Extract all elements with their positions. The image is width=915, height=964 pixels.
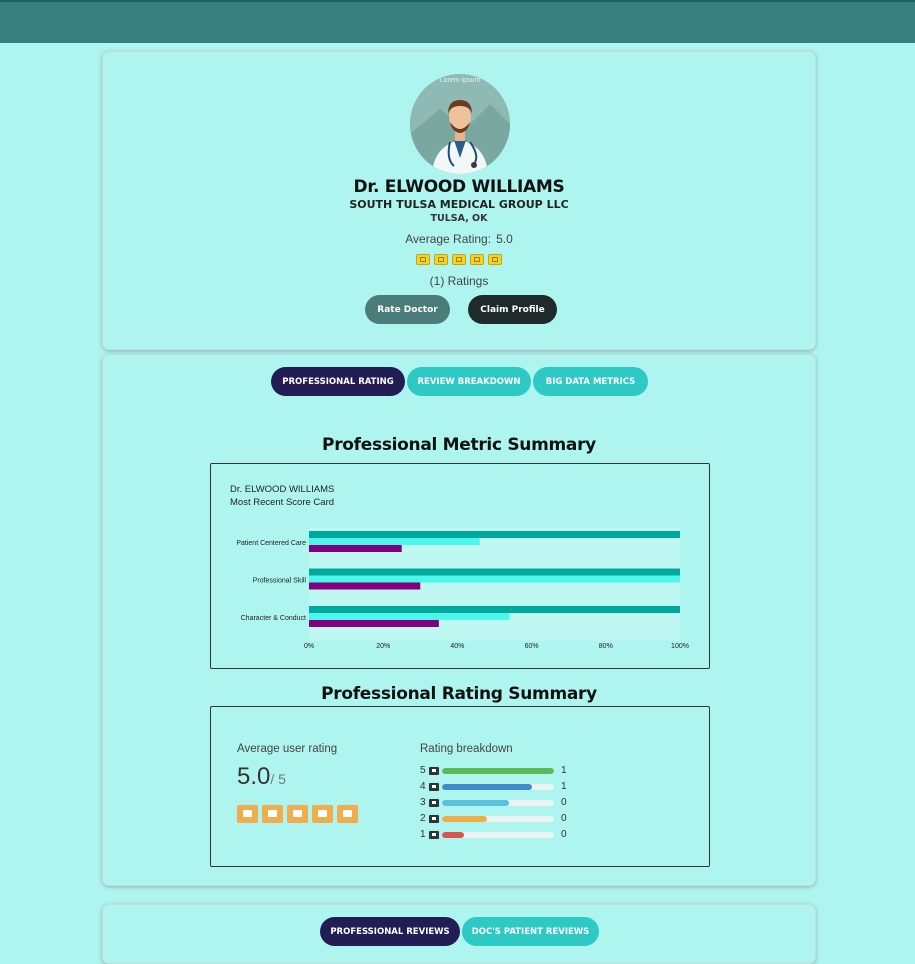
breakdown-star-level: 5: [420, 765, 426, 776]
breakdown-bar-fill: [442, 832, 465, 838]
tab-patient-reviews[interactable]: DOC'S PATIENT REVIEWS: [462, 917, 599, 946]
metric-bar: [309, 620, 439, 627]
medkit-rating-icon: [470, 254, 484, 265]
doctor-illustration-icon: Lorem ipsum: [410, 74, 510, 174]
average-user-rating-label: Average user rating: [237, 743, 338, 755]
breakdown-star-level: 2: [420, 813, 426, 824]
category-label: Character & Conduct: [241, 615, 306, 622]
metric-bar: [309, 531, 680, 538]
metric-bar: [309, 538, 480, 545]
breakdown-count: 1: [561, 765, 567, 776]
breakdown-star-level: 4: [420, 781, 426, 792]
category-label: Professional Skill: [253, 578, 307, 585]
medkit-rating-icon: [312, 805, 333, 823]
rating-summary-box: Average user rating 5.0/ 5 Rating breakd…: [210, 706, 710, 867]
breakdown-bar: [442, 768, 554, 774]
rating-icons: [237, 805, 362, 823]
tab-big-data-metrics[interactable]: BIG DATA METRICS: [533, 367, 648, 396]
ratings-count: (1) Ratings: [429, 274, 489, 288]
rating-summary-title: Professional Rating Summary: [321, 684, 597, 704]
metrics-card: PROFESSIONAL RATING REVIEW BREAKDOWN BIG…: [102, 354, 816, 886]
doctor-location: TULSA, OK: [430, 213, 488, 224]
doctor-name: Dr. ELWOOD WILLIAMS: [353, 177, 565, 197]
tab-review-breakdown[interactable]: REVIEW BREAKDOWN: [407, 367, 531, 396]
category-label: Patient Centered Care: [236, 540, 306, 547]
rate-doctor-button[interactable]: Rate Doctor: [365, 295, 450, 324]
breakdown-bar-fill: [442, 768, 554, 774]
metric-bar: [309, 582, 421, 590]
breakdown-star-level: 1: [420, 829, 426, 840]
profile-card: Lorem ipsum Dr. ELWOOD WILLIAMS SOUTH TU…: [102, 51, 816, 350]
breakdown-star-level: 3: [420, 797, 426, 808]
medkit-rating-icon: [488, 254, 502, 265]
breakdown-bar: [442, 832, 554, 838]
metric-bar: [309, 575, 680, 583]
claim-profile-button[interactable]: Claim Profile: [468, 295, 557, 324]
average-user-rating-value: 5.0/ 5: [237, 763, 286, 790]
rating-stars: [103, 254, 815, 265]
medkit-rating-icon: [237, 805, 258, 823]
medkit-icon: [429, 783, 439, 791]
medkit-icon: [429, 831, 439, 839]
x-tick-label: 40%: [450, 643, 464, 650]
medkit-rating-icon: [337, 805, 358, 823]
medkit-icon: [429, 815, 439, 823]
metric-bar: [309, 545, 402, 552]
medkit-icon: [429, 767, 439, 775]
metric-bar: [309, 613, 510, 620]
breakdown-count: 0: [561, 813, 567, 824]
x-tick-label: 0%: [304, 643, 314, 650]
metric-bar-chart: Patient Centered Care Professional Skill C…: [236, 528, 689, 650]
breakdown-bar: [442, 784, 554, 790]
medkit-rating-icon: [287, 805, 308, 823]
x-tick-label: 100%: [671, 643, 689, 650]
svg-text:Lorem ipsum: Lorem ipsum: [440, 77, 481, 84]
breakdown-bar: [442, 800, 554, 806]
x-tick-label: 60%: [525, 643, 539, 650]
organization-name: SOUTH TULSA MEDICAL GROUP LLC: [349, 198, 569, 211]
rating-breakdown-label: Rating breakdown: [420, 743, 513, 755]
medkit-rating-icon: [434, 254, 448, 265]
tab-professional-reviews[interactable]: PROFESSIONAL REVIEWS: [320, 917, 460, 946]
medkit-rating-icon: [262, 805, 283, 823]
medkit-rating-icon: [416, 254, 430, 265]
tab-professional-rating[interactable]: PROFESSIONAL RATING: [271, 367, 405, 396]
metric-chart-box: Dr. ELWOOD WILLIAMS Most Recent Score Ca…: [210, 463, 710, 669]
doctor-avatar: Lorem ipsum: [410, 74, 510, 174]
breakdown-bar-fill: [442, 800, 510, 806]
medkit-icon: [429, 799, 439, 807]
metric-summary-title: Professional Metric Summary: [322, 435, 596, 455]
x-tick-label: 20%: [376, 643, 390, 650]
breakdown-count: 1: [561, 781, 567, 792]
metric-bar: [309, 568, 680, 576]
breakdown-bar-fill: [442, 816, 487, 822]
breakdown-count: 0: [561, 829, 567, 840]
metric-bar: [309, 606, 680, 613]
x-tick-label: 80%: [599, 643, 613, 650]
top-nav-bar: [0, 0, 915, 43]
breakdown-bar-fill: [442, 784, 532, 790]
breakdown-bar: [442, 816, 554, 822]
medkit-rating-icon: [452, 254, 466, 265]
reviews-card: PROFESSIONAL REVIEWS DOC'S PATIENT REVIE…: [102, 904, 816, 964]
breakdown-count: 0: [561, 797, 567, 808]
average-rating: Average Rating: 5.0: [405, 232, 513, 246]
